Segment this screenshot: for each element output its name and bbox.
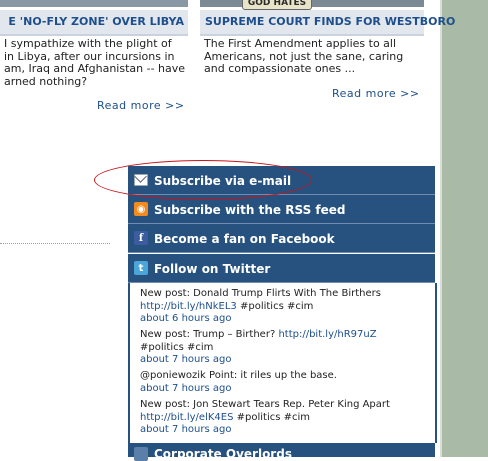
tweet-timestamp[interactable]: about 7 hours ago — [140, 383, 231, 394]
story-image-libya[interactable] — [0, 0, 188, 7]
twitter-feed-panel: New post: Donald Trump Flirts With The B… — [128, 283, 437, 443]
subscribe-rss-button[interactable]: ◉ Subscribe with the RSS feed — [128, 195, 435, 224]
tweet-mention-link[interactable]: @poniewozik — [140, 370, 206, 381]
tweet-text: New post: Donald Trump Flirts With The B… — [140, 288, 381, 299]
facebook-fan-label: Become a fan on Facebook — [154, 232, 335, 246]
tweet-item: New post: Donald Trump Flirts With The B… — [140, 288, 430, 326]
section-divider — [0, 243, 110, 244]
tweet-text: Point: it riles up the base. — [205, 370, 337, 381]
story-headline-bar-libya: E 'NO-FLY ZONE' OVER LIBYA — [0, 10, 188, 36]
right-strip-edge — [440, 0, 442, 457]
tweet-item: New post: Trump – Birther? http://bit.ly… — [140, 329, 430, 367]
tweet-tags: #politics #cim — [236, 300, 314, 312]
read-more-link-westboro[interactable]: Read more >> — [332, 87, 420, 100]
tweet-timestamp[interactable]: about 7 hours ago — [140, 354, 231, 365]
subscribe-email-button[interactable]: Subscribe via e-mail — [128, 166, 435, 195]
story-headline-libya[interactable]: E 'NO-FLY ZONE' OVER LIBYA — [8, 15, 184, 28]
facebook-icon: f — [134, 231, 148, 245]
tweet-tags: #politics #cim — [140, 341, 214, 353]
tweet-tags: #politics #cim — [233, 411, 311, 423]
tweet-timestamp[interactable]: about 6 hours ago — [140, 313, 231, 324]
section-icon — [134, 447, 148, 461]
tweet-text: New post: Trump – Birther? — [140, 329, 279, 340]
mail-icon — [134, 174, 148, 186]
right-background-strip — [442, 0, 488, 457]
protest-sign-image: GOD HATES — [242, 0, 312, 10]
tweet-link[interactable]: http://bit.ly/hR97uZ — [278, 329, 376, 340]
story-excerpt-westboro: The First Amendment applies to all Ameri… — [204, 37, 404, 75]
tweet-timestamp[interactable]: about 7 hours ago — [140, 424, 231, 435]
rss-icon: ◉ — [134, 202, 148, 216]
follow-twitter-button[interactable]: t Follow on Twitter — [128, 254, 435, 283]
tweet-link[interactable]: http://bit.ly/elK4ES — [140, 412, 233, 423]
corporate-overlords-header[interactable]: Corporate Overlords — [128, 443, 435, 461]
follow-twitter-label: Follow on Twitter — [154, 262, 271, 276]
tweet-link[interactable]: http://bit.ly/hNkEL3 — [140, 301, 237, 312]
story-headline-westboro[interactable]: SUPREME COURT FINDS FOR WESTBORO — [205, 15, 455, 28]
twitter-icon: t — [134, 261, 148, 275]
story-headline-bar-westboro: SUPREME COURT FINDS FOR WESTBORO — [200, 10, 455, 36]
subscribe-rss-label: Subscribe with the RSS feed — [154, 203, 346, 217]
tweet-text: New post: Jon Stewart Tears Rep. Peter K… — [140, 399, 390, 410]
corporate-overlords-label: Corporate Overlords — [154, 447, 292, 461]
read-more-link-libya[interactable]: Read more >> — [97, 99, 185, 112]
subscribe-email-label: Subscribe via e-mail — [154, 174, 292, 188]
story-excerpt-libya: I sympathize with the plight of in Libya… — [4, 37, 186, 88]
story-image-westboro[interactable] — [200, 0, 424, 7]
facebook-fan-button[interactable]: f Become a fan on Facebook — [128, 224, 435, 253]
tweet-item: New post: Jon Stewart Tears Rep. Peter K… — [140, 399, 430, 437]
tweet-item: @poniewozik Point: it riles up the base.… — [140, 370, 430, 395]
